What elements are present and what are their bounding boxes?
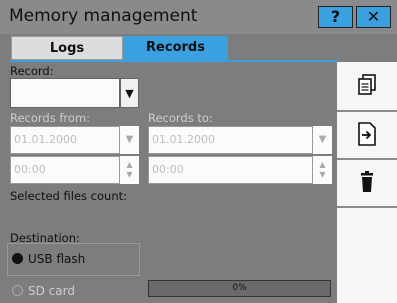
from-time-stepper[interactable]: ▲ ▼ — [120, 156, 139, 184]
from-time-field[interactable]: 00:00 — [10, 156, 120, 184]
tab-records[interactable]: Records — [123, 36, 228, 60]
record-select[interactable] — [10, 78, 120, 108]
delete-icon — [361, 171, 373, 192]
toolbar-divider — [337, 110, 397, 112]
to-time-field[interactable]: 00:00 — [148, 156, 313, 184]
from-date-field[interactable]: 01.01.2000 — [10, 126, 120, 154]
usb-flash-label: USB flash — [28, 252, 86, 266]
toolbar-divider — [337, 206, 397, 208]
close-button[interactable]: ✕ — [356, 6, 391, 28]
tab-logs[interactable]: Logs — [11, 36, 123, 60]
export-icon — [358, 122, 376, 146]
sd-card-label: SD card — [28, 284, 75, 298]
records-to-label: Records to: — [148, 111, 213, 125]
sd-card-radio[interactable] — [12, 285, 23, 296]
delete-button[interactable] — [337, 162, 397, 202]
record-label: Record: — [10, 64, 54, 78]
copy-button[interactable] — [337, 66, 397, 106]
export-button[interactable] — [337, 114, 397, 154]
chevron-down-icon[interactable]: ▼ — [120, 78, 139, 108]
tab-underline — [9, 60, 337, 62]
toolbar-divider — [337, 158, 397, 160]
to-date-field[interactable]: 01.01.2000 — [148, 126, 313, 154]
records-from-label: Records from: — [10, 111, 91, 125]
selected-files-label: Selected files count: — [10, 189, 127, 203]
progress-bar: 0% — [148, 280, 331, 297]
usb-radio[interactable] — [12, 253, 23, 264]
help-button[interactable]: ? — [318, 6, 353, 28]
window-title: Memory management — [9, 6, 198, 26]
copy-icon — [358, 74, 376, 95]
to-date-dropdown-icon[interactable]: ▼ — [313, 126, 332, 154]
to-time-stepper[interactable]: ▲ ▼ — [313, 156, 332, 184]
from-date-dropdown-icon[interactable]: ▼ — [120, 126, 139, 154]
